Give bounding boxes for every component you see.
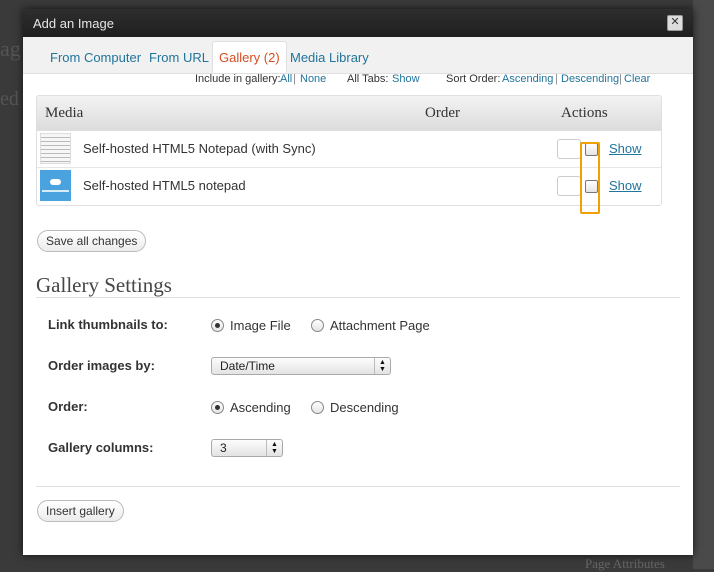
order-images-by-label: Order images by: <box>48 358 155 373</box>
tab-media-library[interactable]: Media Library <box>284 43 375 72</box>
column-header-media: Media <box>45 105 84 121</box>
select-arrows-icon: ▲ ▼ <box>266 440 282 456</box>
separator: | <box>555 73 558 85</box>
separator: | <box>293 73 296 85</box>
separator: | <box>619 73 622 85</box>
gallery-columns-label: Gallery columns: <box>48 440 154 455</box>
notepad-thumbnail <box>40 133 71 164</box>
order-input[interactable] <box>557 176 581 196</box>
select-checkbox[interactable] <box>585 143 598 156</box>
sort-clear-link[interactable]: Clear <box>624 73 650 85</box>
gallery-table: Media Order Actions Self-hosted HTML5 No… <box>36 95 662 206</box>
media-tabs: From Computer From URL Gallery (2) Media… <box>23 37 693 74</box>
select-checkbox[interactable] <box>585 180 598 193</box>
select-value: Date/Time <box>220 359 275 373</box>
close-icon[interactable]: ✕ <box>667 15 683 31</box>
all-tabs-show-link[interactable]: Show <box>392 73 420 85</box>
show-link[interactable]: Show <box>609 141 642 156</box>
sort-descending-link[interactable]: Descending <box>561 73 619 85</box>
dialog-titlebar: Add an Image ✕ <box>23 9 693 37</box>
order-images-by-select[interactable]: Date/Time ▲ ▼ <box>211 357 391 375</box>
link-image-file-radio[interactable] <box>211 319 224 332</box>
include-all-link[interactable]: All <box>280 73 292 85</box>
tab-from-url[interactable]: From URL <box>143 43 215 72</box>
gallery-columns-select[interactable]: 3 ▲ ▼ <box>211 439 283 457</box>
sort-order-label: Sort Order: <box>446 73 501 85</box>
order-label: Order: <box>48 399 88 414</box>
column-header-order: Order <box>425 105 460 121</box>
background-fragment: Page Attributes <box>585 556 665 571</box>
link-thumbnails-label: Link thumbnails to: <box>48 317 168 332</box>
column-header-actions: Actions <box>561 105 608 121</box>
table-row: Self-hosted HTML5 Notepad (with Sync) Sh… <box>37 131 661 168</box>
divider <box>36 297 680 298</box>
thumbnail-caption-bar <box>42 190 69 192</box>
show-link[interactable]: Show <box>609 178 642 193</box>
background-fragment: ed <box>0 88 19 110</box>
include-none-link[interactable]: None <box>300 73 326 85</box>
save-all-changes-button[interactable]: Save all changes <box>37 230 147 252</box>
divider <box>36 486 680 487</box>
radio-label: Descending <box>330 400 399 415</box>
radio-label: Attachment Page <box>330 318 430 333</box>
order-input[interactable] <box>557 139 581 159</box>
include-label: Include in gallery: <box>195 73 281 85</box>
table-header: Media Order Actions <box>37 96 661 131</box>
media-title: Self-hosted HTML5 Notepad (with Sync) <box>83 141 316 156</box>
gallery-filter-bar: Include in gallery: All | None All Tabs:… <box>23 73 693 95</box>
all-tabs-label: All Tabs: <box>347 73 389 85</box>
add-image-dialog: Add an Image ✕ From Computer From URL Ga… <box>23 9 693 555</box>
select-value: 3 <box>220 441 227 455</box>
radio-label: Image File <box>230 318 291 333</box>
link-attachment-page-radio[interactable] <box>311 319 324 332</box>
select-arrows-icon: ▲ ▼ <box>374 358 390 374</box>
gallery-settings-title: Gallery Settings <box>36 273 172 297</box>
cloud-icon <box>50 179 61 185</box>
sort-ascending-link[interactable]: Ascending <box>502 73 553 85</box>
order-descending-radio[interactable] <box>311 401 324 414</box>
table-row: Self-hosted HTML5 notepad Show <box>37 168 661 204</box>
tab-gallery[interactable]: Gallery (2) <box>212 41 287 73</box>
tab-from-computer[interactable]: From Computer <box>44 43 147 72</box>
insert-gallery-button[interactable]: Insert gallery <box>37 500 124 522</box>
background-fragment: ag <box>0 36 21 61</box>
cloud-thumbnail <box>40 170 71 201</box>
background-panel <box>693 0 714 569</box>
radio-label: Ascending <box>230 400 291 415</box>
order-ascending-radio[interactable] <box>211 401 224 414</box>
media-title: Self-hosted HTML5 notepad <box>83 178 246 193</box>
dialog-title: Add an Image <box>33 16 114 31</box>
